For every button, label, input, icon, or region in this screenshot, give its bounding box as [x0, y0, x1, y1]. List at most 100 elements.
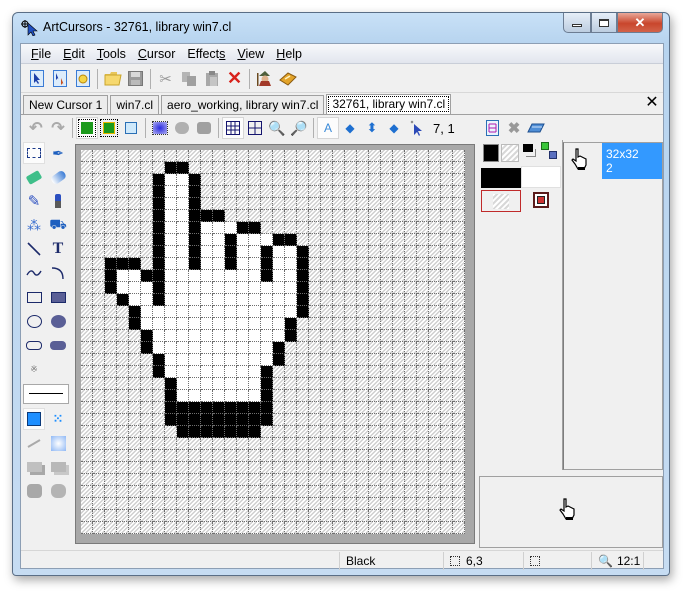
pixel-transparent[interactable] — [321, 210, 333, 222]
pixel-transparent[interactable] — [309, 414, 321, 426]
pixel-transparent[interactable] — [381, 198, 393, 210]
pixel-transparent[interactable] — [81, 510, 93, 522]
pixel-transparent[interactable] — [189, 510, 201, 522]
pixel-white[interactable] — [201, 342, 213, 354]
pixel-transparent[interactable] — [105, 486, 117, 498]
pixel-transparent[interactable] — [129, 162, 141, 174]
pixel-transparent[interactable] — [81, 186, 93, 198]
pixel-transparent[interactable] — [441, 222, 453, 234]
pixel-black[interactable] — [213, 414, 225, 426]
pixel-transparent[interactable] — [249, 150, 261, 162]
pixel-transparent[interactable] — [81, 330, 93, 342]
pixel-black[interactable] — [141, 330, 153, 342]
pixel-white[interactable] — [177, 318, 189, 330]
pixel-transparent[interactable] — [381, 366, 393, 378]
pixel-black[interactable] — [177, 426, 189, 438]
pixel-transparent[interactable] — [309, 174, 321, 186]
pixel-transparent[interactable] — [129, 402, 141, 414]
pixel-black[interactable] — [213, 402, 225, 414]
lock-option-2[interactable] — [47, 480, 69, 502]
pixel-transparent[interactable] — [153, 474, 165, 486]
pixel-white[interactable] — [285, 294, 297, 306]
pixel-transparent[interactable] — [237, 522, 249, 534]
pixel-transparent[interactable] — [81, 270, 93, 282]
pixel-transparent[interactable] — [453, 414, 465, 426]
pixel-transparent[interactable] — [309, 510, 321, 522]
pixel-transparent[interactable] — [369, 390, 381, 402]
pixel-transparent[interactable] — [273, 210, 285, 222]
pixel-transparent[interactable] — [201, 186, 213, 198]
pixel-transparent[interactable] — [225, 522, 237, 534]
pixel-transparent[interactable] — [249, 462, 261, 474]
pixel-transparent[interactable] — [381, 426, 393, 438]
pixel-white[interactable] — [213, 366, 225, 378]
pixel-transparent[interactable] — [393, 318, 405, 330]
pixel-transparent[interactable] — [333, 162, 345, 174]
pixel-white[interactable] — [237, 282, 249, 294]
pixel-transparent[interactable] — [129, 210, 141, 222]
pixel-white[interactable] — [285, 246, 297, 258]
pixel-white[interactable] — [177, 210, 189, 222]
pixel-white[interactable] — [213, 342, 225, 354]
pixel-white[interactable] — [237, 330, 249, 342]
pixel-black[interactable] — [165, 402, 177, 414]
pixel-white[interactable] — [201, 390, 213, 402]
pixel-transparent[interactable] — [405, 402, 417, 414]
pixel-transparent[interactable] — [393, 186, 405, 198]
pixel-transparent[interactable] — [429, 150, 441, 162]
pixel-transparent[interactable] — [321, 318, 333, 330]
pixel-transparent[interactable] — [81, 498, 93, 510]
pixel-transparent[interactable] — [273, 486, 285, 498]
pixel-transparent[interactable] — [321, 162, 333, 174]
pixel-transparent[interactable] — [381, 174, 393, 186]
tool-filled-rounded-rect[interactable] — [47, 334, 69, 356]
pixel-white[interactable] — [117, 270, 129, 282]
pixel-transparent[interactable] — [345, 474, 357, 486]
pixel-transparent[interactable] — [417, 366, 429, 378]
pixel-transparent[interactable] — [441, 282, 453, 294]
pixel-transparent[interactable] — [177, 150, 189, 162]
pixel-white[interactable] — [141, 306, 153, 318]
frame-list-item[interactable]: 32x32 2 — [602, 143, 662, 179]
tool-rectangle[interactable] — [23, 286, 45, 308]
pixel-transparent[interactable] — [273, 414, 285, 426]
pixel-transparent[interactable] — [81, 318, 93, 330]
pixel-transparent[interactable] — [417, 462, 429, 474]
pixel-transparent[interactable] — [237, 462, 249, 474]
pixel-white[interactable] — [249, 258, 261, 270]
pixel-black[interactable] — [189, 186, 201, 198]
pixel-black[interactable] — [285, 318, 297, 330]
pixel-transparent[interactable] — [357, 222, 369, 234]
pixel-transparent[interactable] — [117, 414, 129, 426]
pixel-transparent[interactable] — [93, 402, 105, 414]
pixel-transparent[interactable] — [297, 414, 309, 426]
pixel-transparent[interactable] — [129, 426, 141, 438]
pixel-transparent[interactable] — [201, 150, 213, 162]
pixel-transparent[interactable] — [405, 222, 417, 234]
pixel-transparent[interactable] — [93, 522, 105, 534]
pixel-transparent[interactable] — [393, 222, 405, 234]
zoom-out-button[interactable]: 🔎 — [288, 117, 310, 139]
pixel-transparent[interactable] — [141, 522, 153, 534]
pixel-transparent[interactable] — [81, 486, 93, 498]
pixel-transparent[interactable] — [333, 210, 345, 222]
pixel-transparent[interactable] — [285, 426, 297, 438]
pixel-transparent[interactable] — [405, 378, 417, 390]
pixel-transparent[interactable] — [309, 354, 321, 366]
pixel-transparent[interactable] — [441, 486, 453, 498]
pixel-transparent[interactable] — [417, 318, 429, 330]
pixel-white[interactable] — [189, 354, 201, 366]
swap-bw-button[interactable] — [523, 144, 537, 158]
pixel-transparent[interactable] — [393, 282, 405, 294]
pixel-transparent[interactable] — [393, 294, 405, 306]
pixel-transparent[interactable] — [237, 198, 249, 210]
pixel-transparent[interactable] — [321, 330, 333, 342]
pixel-black[interactable] — [213, 426, 225, 438]
pixel-white[interactable] — [213, 294, 225, 306]
pixel-white[interactable] — [225, 330, 237, 342]
pixel-white[interactable] — [177, 294, 189, 306]
pixel-transparent[interactable] — [441, 318, 453, 330]
pixel-transparent[interactable] — [297, 426, 309, 438]
pixel-transparent[interactable] — [405, 258, 417, 270]
pixel-transparent[interactable] — [201, 162, 213, 174]
